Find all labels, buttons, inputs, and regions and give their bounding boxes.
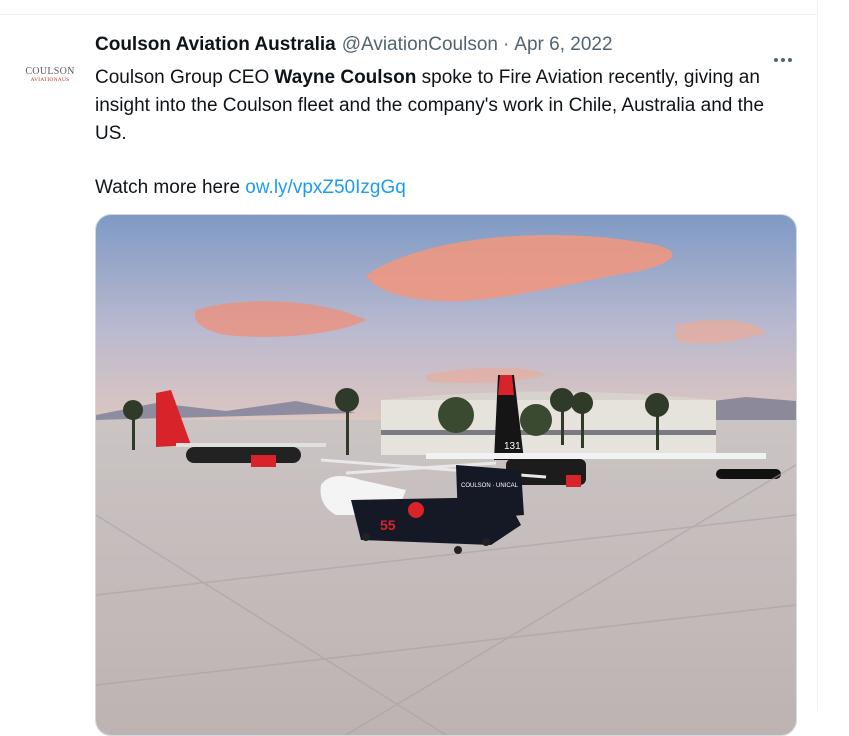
tweet-paragraph-2: Watch more here ow.ly/vpxZ50IzgGq: [95, 174, 800, 202]
tweet-card[interactable]: COULSON AVIATIONAUS Coulson Aviation Aus…: [0, 15, 817, 736]
tweet-header: Coulson Aviation Australia @AviationCoul…: [95, 33, 795, 57]
author-handle[interactable]: @AviationCoulson: [342, 34, 498, 56]
avatar-logo-line2: AVIATIONAUS: [30, 76, 70, 83]
author-name[interactable]: Coulson Aviation Australia: [95, 34, 336, 56]
tweet-date[interactable]: Apr 6, 2022: [514, 34, 612, 56]
text-run: Watch more here: [95, 177, 246, 198]
tweet-media-photo[interactable]: 131 55 COULSON · UNICAL: [95, 214, 797, 736]
avatar-logo-line1: COULSON: [25, 65, 75, 77]
text-run: Coulson Group CEO: [95, 67, 275, 88]
helicopter-number: 55: [380, 517, 396, 533]
tweet-link[interactable]: ow.ly/vpxZ50IzgGq: [245, 177, 406, 198]
tweet-text: Coulson Group CEO Wayne Coulson spoke to…: [95, 64, 800, 202]
separator-dot: ·: [502, 34, 510, 55]
tweet-paragraph-1: Coulson Group CEO Wayne Coulson spoke to…: [95, 64, 800, 148]
right-divider: [817, 0, 818, 711]
avatar[interactable]: COULSON AVIATIONAUS: [24, 49, 76, 101]
helicopter-brand: COULSON · UNICAL: [461, 483, 519, 489]
bold-name: Wayne Coulson: [274, 67, 417, 88]
tail-number: 131: [504, 441, 521, 452]
photo-airfield-helicopter: 131 55 COULSON · UNICAL: [96, 215, 796, 735]
